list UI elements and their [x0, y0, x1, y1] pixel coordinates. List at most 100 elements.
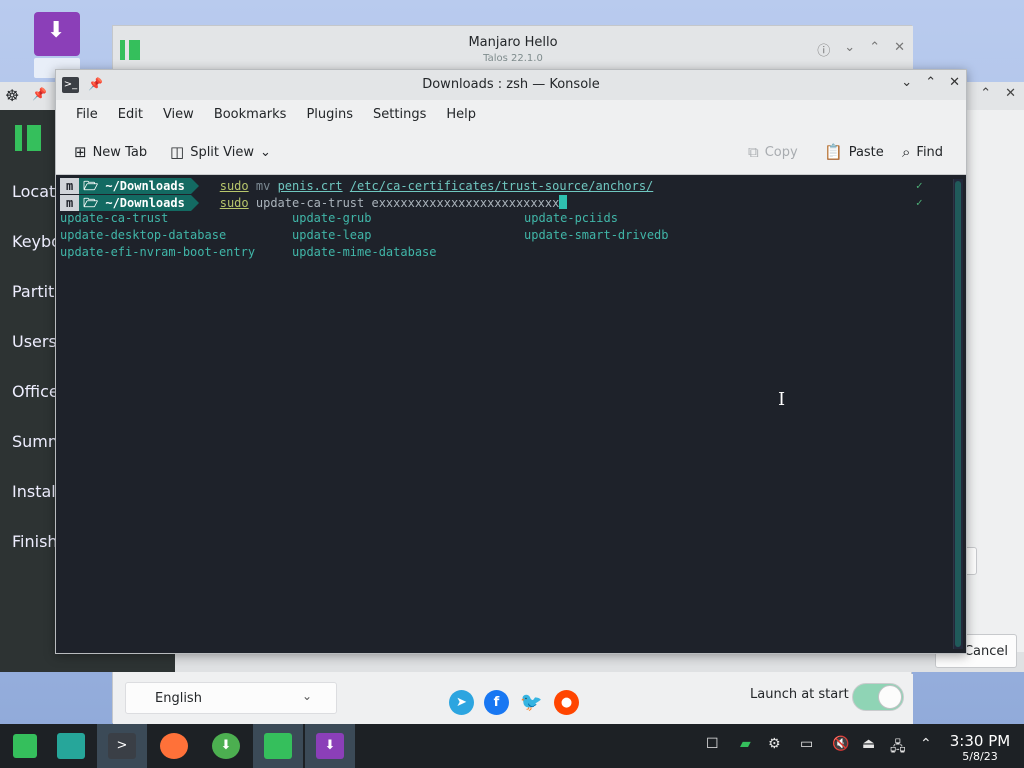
taskbar-item-manjaro-hello[interactable]	[253, 724, 303, 768]
copy-icon: ⧉	[748, 143, 759, 161]
prompt-dir: 🗁 ~/Downloads	[79, 178, 199, 194]
installer-desktop-icon[interactable]: ⬇	[32, 12, 84, 78]
split-view-icon: ◫	[170, 143, 185, 161]
facebook-icon[interactable]: f	[484, 690, 509, 715]
download-icon: ⬇	[212, 733, 240, 759]
minimize-button[interactable]: ⌄	[901, 75, 912, 90]
language-select[interactable]: English ⌄	[125, 682, 337, 714]
reddit-icon[interactable]: ●	[554, 690, 579, 715]
language-value: English	[155, 691, 202, 706]
menu-plugins[interactable]: Plugins	[296, 100, 363, 130]
close-button[interactable]: ✕	[949, 75, 960, 90]
taskbar-item-updater[interactable]: ⬇	[201, 724, 251, 768]
installer-app-icon: ☸	[5, 86, 20, 105]
close-button[interactable]: ✕	[1005, 86, 1016, 101]
download-icon: ⬇	[316, 733, 344, 759]
launch-at-start-toggle[interactable]	[852, 683, 904, 711]
split-view-label: Split View	[190, 144, 254, 160]
manjaro-logo-icon	[15, 125, 41, 151]
taskbar-item-files[interactable]	[46, 724, 96, 768]
sidebar-item: Office	[12, 382, 59, 401]
pin-icon[interactable]: 📌	[32, 87, 47, 101]
launch-at-start-label: Launch at start	[750, 687, 849, 702]
manjaro-logo-icon: m	[60, 178, 80, 194]
manjaro-logo-icon	[264, 733, 292, 759]
find-label: Find	[916, 144, 944, 160]
completion-item: update-smart-drivedb	[524, 228, 669, 242]
scrollbar-thumb[interactable]	[955, 181, 961, 647]
usb-icon[interactable]: ⏏	[862, 736, 875, 752]
taskbar-item-firefox[interactable]	[149, 724, 199, 768]
file-path: penis.crt	[277, 179, 343, 193]
completion-item: update-grub	[292, 211, 372, 225]
chevron-up-icon[interactable]: ⌃	[920, 736, 932, 752]
clock[interactable]: 3:30 PM 5/8/23	[940, 732, 1020, 763]
typed-input: update-ca-trust exxxxxxxxxxxxxxxxxxxxxxx…	[255, 196, 560, 210]
menu-help[interactable]: Help	[436, 100, 486, 130]
paste-label: Paste	[848, 144, 884, 160]
window-title: Downloads : zsh — Konsole	[422, 77, 600, 92]
toolbar: ⊞ New Tab ◫ Split View ⌄ ⧉ Copy 📋 Paste …	[56, 132, 966, 172]
hello-subtitle: Talos 22.1.0	[483, 53, 543, 64]
twitter-icon[interactable]: 🐦	[519, 690, 544, 715]
hardware-icon[interactable]: ⚙	[768, 736, 781, 752]
menu-view[interactable]: View	[153, 100, 204, 130]
new-tab-label: New Tab	[92, 144, 148, 160]
terminal-scrollbar[interactable]	[953, 179, 963, 649]
menu-bar: File Edit View Bookmarks Plugins Setting…	[56, 100, 966, 130]
menu-settings[interactable]: Settings	[363, 100, 436, 130]
new-tab-button[interactable]: ⊞ New Tab	[74, 143, 147, 161]
dest-path: /etc/ca-certificates/trust-source/anchor…	[349, 179, 654, 193]
split-view-button[interactable]: ◫ Split View ⌄	[170, 143, 271, 161]
network-icon[interactable]: 🖧	[890, 736, 906, 760]
taskbar: > ⬇ ⬇ ☐ ▰ ⚙ ▭ 🔇 ⏏ 🖧 ⌃ 3:30 PM 5/8/23	[0, 724, 1024, 768]
manjaro-logo-icon: m	[60, 195, 80, 211]
paste-icon: 📋	[824, 143, 843, 161]
sidebar-item: Users	[12, 332, 57, 351]
installer-bottom-strip	[175, 652, 1024, 672]
maximize-button[interactable]: ⌃	[980, 86, 991, 101]
copy-label: Copy	[764, 144, 798, 160]
menu-edit[interactable]: Edit	[108, 100, 153, 130]
success-check-icon: ✓	[916, 179, 923, 192]
find-button[interactable]: ⌕ Find	[902, 143, 943, 161]
menu-file[interactable]: File	[66, 100, 108, 130]
chevron-down-icon: ⌄	[301, 689, 312, 703]
maximize-button[interactable]: ⌃	[925, 75, 936, 90]
terminal-tray-icon[interactable]: ▭	[800, 736, 813, 752]
taskbar-item-konsole[interactable]: >	[97, 724, 147, 768]
terminal-line: m 🗁 ~/Downloads sudo update-ca-trust exxx…	[60, 195, 568, 211]
completion-item: update-desktop-database	[60, 228, 227, 242]
completion-item: update-efi-nvram-boot-entry	[60, 245, 256, 259]
close-button[interactable]: ✕	[894, 40, 905, 59]
command-name: sudo	[219, 196, 249, 210]
taskbar-item-installer[interactable]: ⬇	[305, 724, 355, 768]
folder-icon	[57, 733, 85, 759]
hello-footer: English ⌄ ➤ f 🐦 ● Launch at start	[113, 674, 913, 724]
menu-bookmarks[interactable]: Bookmarks	[204, 100, 297, 130]
firefox-icon	[160, 733, 188, 759]
paste-button[interactable]: 📋 Paste	[824, 143, 884, 161]
command-arg: mv	[255, 179, 271, 193]
hello-titlebar: Manjaro Hello Talos 22.1.0 ⓘ ⌄ ⌃ ✕	[113, 26, 913, 74]
sidebar-item: Keybo	[12, 232, 61, 251]
clock-time: 3:30 PM	[949, 732, 1011, 750]
volume-muted-icon[interactable]: 🔇	[832, 736, 849, 752]
manjaro-logo-icon	[13, 734, 37, 758]
show-desktop-icon[interactable]: ☐	[706, 736, 719, 752]
search-icon: ⌕	[902, 143, 911, 161]
telegram-icon[interactable]: ➤	[449, 690, 474, 715]
app-launcher-button[interactable]	[0, 724, 50, 768]
command-name: sudo	[219, 179, 249, 193]
completion-item: update-mime-database	[292, 245, 437, 259]
copy-button[interactable]: ⧉ Copy	[748, 143, 798, 161]
text-cursor	[559, 195, 568, 209]
completion-item: update-pciids	[524, 211, 618, 225]
sidebar-item: Partiti	[12, 282, 59, 301]
manjaro-tray-icon[interactable]: ▰	[740, 736, 751, 752]
info-icon[interactable]: ⓘ	[817, 40, 830, 59]
minimize-button[interactable]: ⌄	[844, 40, 855, 59]
maximize-button[interactable]: ⌃	[869, 40, 880, 59]
terminal-line: m 🗁 ~/Downloads sudo mv penis.crt /etc/ca…	[60, 178, 653, 194]
terminal-area[interactable]: m 🗁 ~/Downloads sudo mv penis.crt /etc/ca…	[56, 175, 966, 653]
